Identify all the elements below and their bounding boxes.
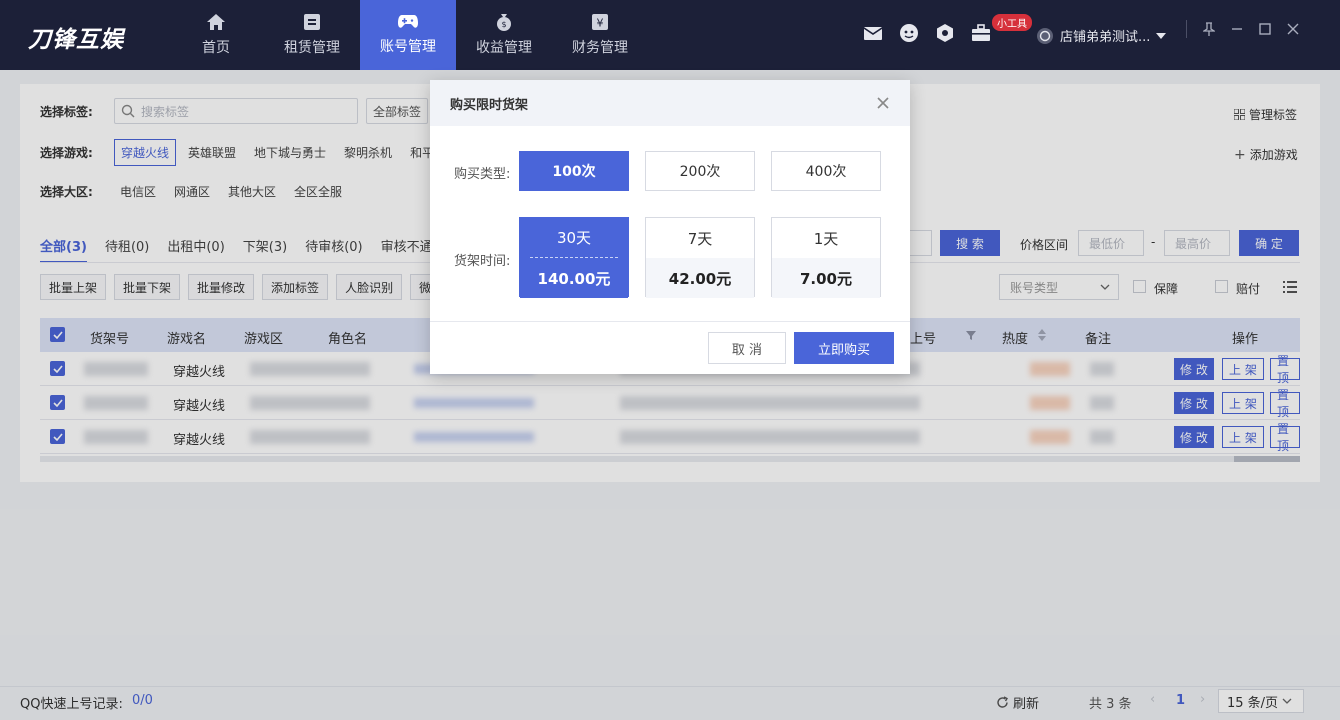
duration-price: 7.00元 [772, 258, 880, 298]
duration-days: 1天 [813, 229, 839, 248]
svg-text:¥: ¥ [597, 17, 604, 30]
gamepad-icon [398, 15, 418, 28]
nav-label: 首页 [202, 40, 230, 56]
document-icon [304, 14, 320, 30]
nav-finance[interactable]: ¥ 财务管理 [552, 0, 648, 70]
duration-days: 7天 [687, 229, 713, 248]
nav-label: 租赁管理 [284, 40, 340, 56]
settings-icon[interactable] [934, 22, 956, 44]
support-icon[interactable] [898, 22, 920, 44]
dialog-title: 购买限时货架 [450, 97, 529, 113]
nav-account[interactable]: 账号管理 [360, 0, 456, 70]
minimize-icon[interactable] [1231, 23, 1243, 35]
top-bar: 刀锋互娱 首页 租赁管理 账号管理 $ 收益管理 ¥ 财务管理 小工具 店铺弟弟… [0, 0, 1340, 70]
toolbox-icon[interactable] [970, 22, 992, 44]
nav-income[interactable]: $ 收益管理 [456, 0, 552, 70]
user-name: 店铺弟弟测试... [1060, 30, 1151, 45]
main-nav: 首页 租赁管理 账号管理 $ 收益管理 ¥ 财务管理 [168, 0, 648, 70]
duration-price: 140.00元 [520, 258, 628, 298]
type-option-100[interactable]: 100次 [519, 151, 629, 191]
duration-option-7d[interactable]: 7天 42.00元 [645, 217, 755, 298]
cancel-button[interactable]: 取 消 [708, 332, 786, 364]
nav-label: 账号管理 [380, 39, 436, 55]
user-menu[interactable]: 店铺弟弟测试... [1036, 26, 1167, 45]
window-controls [1186, 20, 1299, 38]
nav-label: 收益管理 [476, 40, 532, 56]
money-bag-icon: $ [497, 14, 511, 31]
nav-rental[interactable]: 租赁管理 [264, 0, 360, 70]
buy-shelf-dialog: 购买限时货架 购买类型: 100次 200次 400次 货架时间: 30天 14… [430, 80, 910, 374]
caret-down-icon [1156, 32, 1167, 39]
purchase-type-label: 购买类型: [454, 167, 511, 182]
app-logo: 刀锋互娱 [28, 27, 124, 53]
app-window: 刀锋互娱 首页 租赁管理 账号管理 $ 收益管理 ¥ 财务管理 小工具 店铺弟弟… [0, 0, 1340, 720]
duration-days: 30天 [530, 218, 618, 258]
toolbar-icons [862, 22, 992, 44]
yen-icon: ¥ [592, 14, 608, 30]
duration-option-30d[interactable]: 30天 140.00元 [519, 217, 629, 298]
duration-option-1d[interactable]: 1天 7.00元 [771, 217, 881, 298]
close-window-icon[interactable] [1287, 23, 1299, 35]
buy-now-button[interactable]: 立即购买 [794, 332, 894, 364]
nav-home[interactable]: 首页 [168, 0, 264, 70]
svg-text:$: $ [501, 20, 506, 29]
store-avatar-icon [1037, 27, 1053, 44]
type-option-400[interactable]: 400次 [771, 151, 881, 191]
home-icon [207, 14, 225, 30]
tools-badge[interactable]: 小工具 [992, 14, 1032, 31]
shelf-time-label: 货架时间: [454, 254, 511, 269]
close-icon[interactable] [874, 94, 892, 112]
type-option-200[interactable]: 200次 [645, 151, 755, 191]
nav-label: 财务管理 [572, 40, 628, 56]
divider [1186, 20, 1187, 38]
mail-icon[interactable] [862, 22, 884, 44]
dialog-footer: 取 消 立即购买 [430, 321, 910, 374]
maximize-icon[interactable] [1259, 23, 1271, 35]
pin-icon[interactable] [1203, 22, 1215, 36]
duration-price: 42.00元 [646, 258, 754, 298]
dialog-header: 购买限时货架 [430, 80, 910, 126]
